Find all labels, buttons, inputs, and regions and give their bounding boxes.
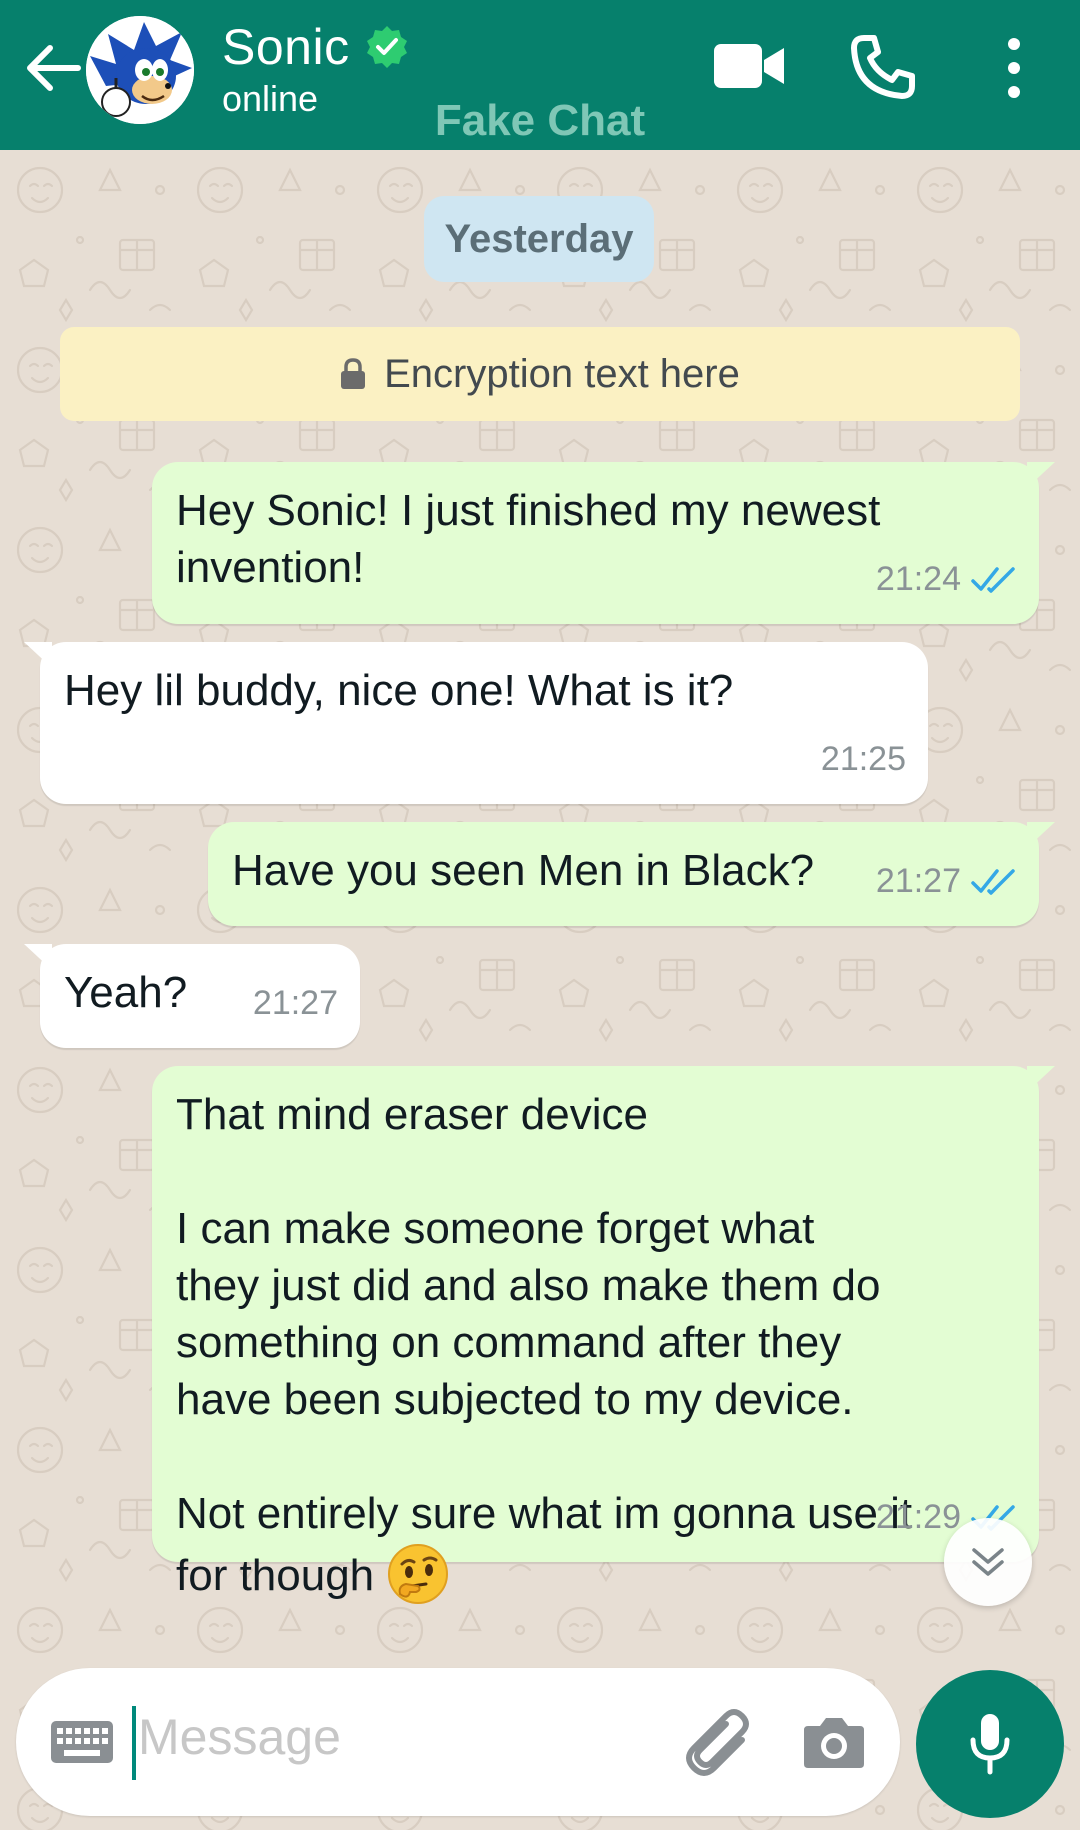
message-bubble-outgoing[interactable]: That mind eraser device I can make someo… — [152, 1066, 1055, 1604]
verified-badge-icon — [367, 26, 407, 68]
message-meta: 21:24 — [876, 551, 1017, 608]
double-check-icon — [971, 868, 1015, 895]
message-text: Have you seen Men in Black? — [232, 846, 815, 895]
message-text: Yeah? — [64, 968, 188, 1017]
message-bubble-outgoing[interactable]: Have you seen Men in Black? 21:27 — [208, 822, 1055, 926]
message-text: Hey lil buddy, nice one! What is it? — [64, 666, 734, 715]
text-cursor — [132, 1706, 136, 1780]
message-text: Hey Sonic! I just finished my newest inv… — [176, 486, 881, 592]
encryption-text: Encryption text here — [384, 351, 740, 396]
camera-icon[interactable] — [802, 1714, 866, 1770]
avatar[interactable] — [86, 16, 194, 124]
bubble-tail — [1027, 462, 1055, 488]
chat-area[interactable]: Yesterday Encryption text here Hey Sonic… — [0, 150, 1080, 1830]
thinking-face-emoji-icon — [388, 1544, 449, 1604]
encryption-banner[interactable]: Encryption text here — [60, 327, 1020, 421]
message-time: 21:27 — [875, 862, 961, 900]
chat-header: Sonic online Fake Chat — [0, 0, 1080, 150]
video-camera-icon[interactable] — [712, 36, 786, 96]
chevron-double-down-icon — [972, 1548, 1004, 1576]
message-input[interactable]: Message — [138, 1708, 341, 1766]
message-time: 21:29 — [875, 1498, 961, 1536]
microphone-icon — [970, 1714, 1010, 1775]
message-meta: 21:25 — [821, 731, 906, 788]
avatar-image — [86, 16, 194, 124]
bubble-tail — [24, 944, 52, 970]
paperclip-icon[interactable] — [682, 1706, 752, 1778]
mic-button[interactable] — [916, 1670, 1064, 1818]
contact-name[interactable]: Sonic — [222, 18, 350, 76]
message-time: 21:25 — [820, 740, 906, 778]
scroll-to-bottom-button[interactable] — [944, 1518, 1032, 1606]
more-vertical-icon[interactable] — [996, 34, 1032, 104]
message-bubble-outgoing[interactable]: Hey Sonic! I just finished my newest inv… — [152, 462, 1055, 624]
message-meta: 21:27 — [876, 853, 1017, 910]
phone-icon[interactable] — [850, 34, 916, 100]
message-bubble-incoming[interactable]: Yeah? 21:27 — [24, 944, 360, 1048]
date-divider: Yesterday — [424, 196, 654, 282]
contact-status: online — [222, 78, 319, 119]
bubble-tail — [1027, 1066, 1055, 1092]
lock-icon — [341, 358, 366, 389]
message-bubble-incoming[interactable]: Hey lil buddy, nice one! What is it? 21:… — [24, 642, 928, 804]
message-meta: 21:27 — [253, 975, 338, 1032]
message-text-body: That mind eraser device I can make someo… — [176, 1090, 913, 1600]
keyboard-icon[interactable] — [50, 1720, 114, 1764]
message-time: 21:27 — [252, 984, 338, 1022]
message-text: That mind eraser device I can make someo… — [176, 1086, 912, 1606]
message-time: 21:24 — [875, 560, 961, 598]
arrow-left-icon[interactable] — [22, 40, 82, 96]
message-input-bar: Message — [16, 1668, 900, 1816]
bubble-tail — [1027, 822, 1055, 848]
bubble-tail — [24, 642, 52, 668]
double-check-icon — [971, 566, 1015, 593]
watermark: Fake Chat — [434, 96, 646, 145]
